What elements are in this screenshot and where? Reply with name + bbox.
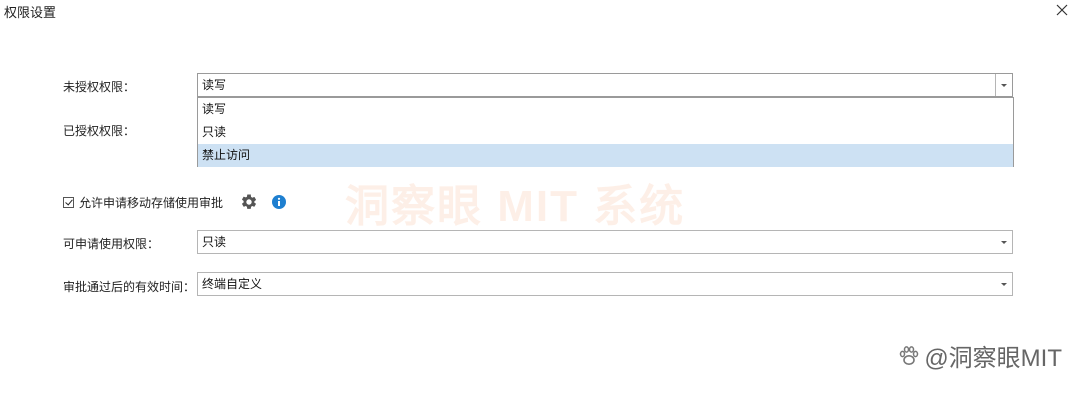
watermark-corner-text: @洞察眼MIT (924, 345, 1062, 372)
chevron-down-icon (1001, 241, 1007, 244)
watermark-center: 洞察眼 MIT 系统 (345, 182, 686, 231)
unauthorized-permission-label: 未授权权限： (63, 80, 136, 94)
chevron-down-icon (1001, 283, 1007, 286)
unauthorized-dropdown-button[interactable] (995, 74, 1012, 96)
unauthorized-permission-select[interactable]: 读写 (197, 73, 1013, 97)
paw-icon (900, 345, 919, 365)
applicable-permission-label: 可申请使用权限： (63, 237, 160, 251)
permission-settings-window: 权限设置 未授权权限： 读写 读写 只读 禁止访问 已授权权限： 洞察眼 MIT… (0, 0, 1084, 393)
dropdown-option-read-only[interactable]: 只读 (198, 121, 1013, 144)
allow-removable-approval-row: 允许申请移动存储使用审批 (63, 194, 223, 210)
window-title: 权限设置 (4, 5, 57, 20)
allow-removable-approval-label[interactable]: 允许申请移动存储使用审批 (79, 194, 223, 211)
approval-validity-value: 终端自定义 (202, 277, 263, 291)
applicable-permission-value: 只读 (202, 235, 227, 249)
approval-validity-label: 审批通过后的有效时间： (63, 280, 196, 294)
dropdown-option-read-write[interactable]: 读写 (198, 98, 1013, 121)
unauthorized-permission-dropdown-list: 读写 只读 禁止访问 (197, 97, 1014, 167)
chevron-down-icon (1001, 84, 1007, 87)
dropdown-option-no-access[interactable]: 禁止访问 (198, 144, 1013, 167)
watermark-corner: @洞察眼MIT (897, 338, 1062, 373)
gear-icon[interactable] (240, 193, 258, 211)
authorized-permission-label: 已授权权限： (63, 124, 136, 138)
applicable-permission-select[interactable]: 只读 (197, 230, 1013, 254)
close-icon[interactable] (1054, 2, 1070, 18)
unauthorized-permission-value: 读写 (202, 78, 227, 92)
approval-validity-select[interactable]: 终端自定义 (197, 272, 1013, 296)
allow-removable-approval-checkbox[interactable] (63, 196, 74, 208)
info-icon[interactable] (272, 195, 286, 209)
